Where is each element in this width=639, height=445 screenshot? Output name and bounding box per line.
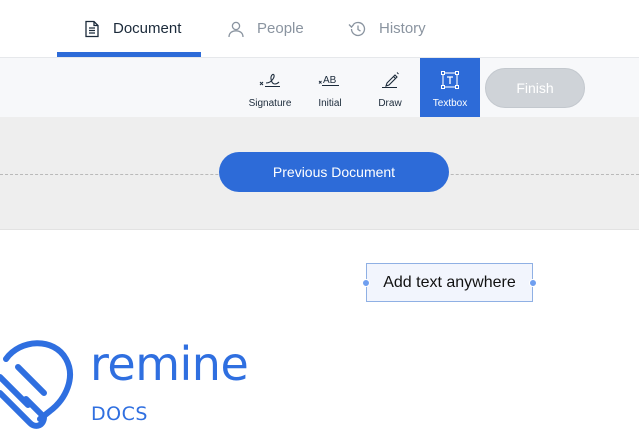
logo-mark-icon — [0, 340, 73, 429]
signature-icon — [258, 70, 282, 90]
textbox-resize-handle-left[interactable] — [362, 279, 370, 287]
toolbar: Signature AB Initial Draw Textbox Finish — [0, 57, 639, 118]
draw-tool-button[interactable]: Draw — [360, 58, 420, 118]
svg-text:AB: AB — [323, 75, 337, 86]
textbox-field[interactable]: Add text anywhere — [362, 263, 537, 302]
tab-history[interactable]: History — [347, 0, 426, 57]
textbox-tool-button[interactable]: Textbox — [420, 58, 480, 118]
textbox-tool-label: Textbox — [432, 98, 468, 109]
document-navigation-band: Previous Document — [0, 117, 639, 230]
textbox-text: Add text anywhere — [383, 273, 516, 291]
document-icon — [85, 20, 99, 37]
remine-docs-logo: remine DOCS — [0, 337, 260, 437]
signature-tool-label: Signature — [248, 98, 292, 109]
signature-tool-button[interactable]: Signature — [240, 58, 300, 118]
tab-document-label: Document — [113, 20, 182, 37]
initial-tool-button[interactable]: AB Initial — [300, 58, 360, 118]
initial-tool-label: Initial — [318, 98, 342, 109]
tab-history-label: History — [379, 20, 426, 37]
tab-bar: Document People History — [0, 0, 639, 57]
document-page: Add text anywhere remine DOCS — [0, 230, 639, 445]
finish-button[interactable]: Finish — [485, 68, 585, 108]
tab-people-label: People — [257, 20, 304, 37]
logo-wordmark: remine — [90, 337, 249, 391]
previous-document-button[interactable]: Previous Document — [219, 152, 449, 192]
textbox-icon — [440, 70, 460, 90]
history-icon — [348, 21, 366, 36]
textbox-resize-handle-right[interactable] — [529, 279, 537, 287]
tab-people[interactable]: People — [227, 0, 304, 57]
tab-document[interactable]: Document — [83, 0, 181, 57]
draw-pen-icon — [379, 70, 401, 90]
draw-tool-label: Draw — [378, 98, 402, 109]
logo-subtitle: DOCS — [91, 403, 148, 425]
person-icon — [228, 21, 244, 37]
initial-icon: AB — [318, 70, 342, 90]
